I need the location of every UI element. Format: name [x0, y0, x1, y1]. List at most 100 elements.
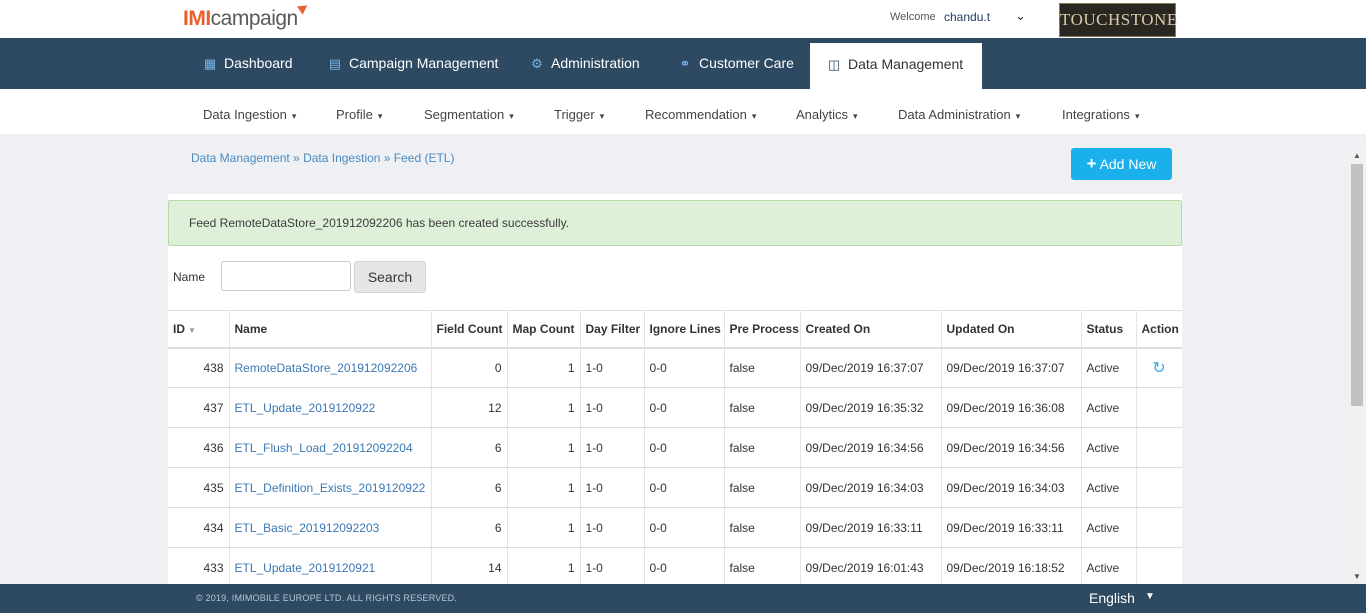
cell-status: Active — [1081, 347, 1137, 388]
nav-dashboard[interactable]: ▦ Dashboard — [202, 38, 293, 89]
col-header-updated-on[interactable]: Updated On — [941, 310, 1082, 349]
cell-day-filter: 1-0 — [580, 347, 645, 388]
scrollbar-thumb[interactable] — [1351, 164, 1363, 406]
cell-status: Active — [1081, 387, 1137, 428]
feed-name-link[interactable]: RemoteDataStore_201912092206 — [235, 361, 418, 375]
imicampaign-logo[interactable]: IMIcampaign — [183, 1, 310, 31]
scroll-up-arrow-icon[interactable]: ▲ — [1353, 151, 1361, 160]
cell-name: ETL_Flush_Load_201912092204 — [229, 427, 432, 468]
feed-name-link[interactable]: ETL_Definition_Exists_2019120922 — [235, 481, 426, 495]
subnav-analytics-label: Analytics — [796, 107, 849, 122]
subnav-data-administration[interactable]: Data Administration ▾ — [898, 107, 1020, 122]
cell-name: ETL_Definition_Exists_2019120922 — [229, 467, 432, 508]
name-filter-input[interactable] — [221, 261, 351, 291]
subnav-integrations[interactable]: Integrations ▾ — [1062, 107, 1139, 122]
subnav-data-ingestion-label: Data Ingestion — [203, 107, 287, 122]
sort-caret-icon: ▾ — [751, 111, 757, 121]
sort-caret-icon: ▾ — [509, 111, 514, 121]
page-scrollbar[interactable]: ▲ ▼ — [1349, 150, 1366, 583]
col-header-field-count[interactable]: Field Count — [431, 310, 508, 349]
table-row: 437 ETL_Update_2019120922 12 1 1-0 0-0 false 09… — [168, 387, 1182, 428]
cell-day-filter: 1-0 — [580, 427, 645, 468]
cell-ignore-lines: 0-0 — [644, 507, 725, 548]
cell-id: 435 — [168, 467, 230, 508]
add-new-button[interactable]: + Add New — [1071, 148, 1172, 180]
col-header-status[interactable]: Status — [1081, 310, 1137, 349]
username[interactable]: chandu.t — [944, 10, 990, 24]
table-row: 434 ETL_Basic_201912092203 6 1 1-0 0-0 false 09… — [168, 507, 1182, 548]
cell-ignore-lines: 0-0 — [644, 547, 725, 584]
cell-created-on: 09/Dec/2019 16:01:43 — [800, 547, 942, 584]
subnav-segmentation-label: Segmentation — [424, 107, 505, 122]
subnav-trigger[interactable]: Trigger ▾ — [554, 107, 604, 122]
cell-action: ↻ — [1136, 347, 1182, 388]
main-nav: ▦ Dashboard ▤ Campaign Management ⚙ Adminis… — [0, 38, 1366, 89]
feed-name-link[interactable]: ETL_Flush_Load_201912092204 — [235, 441, 413, 455]
feed-name-link[interactable]: ETL_Update_2019120921 — [235, 561, 376, 575]
search-button[interactable]: Search — [354, 261, 426, 293]
subnav-data-ingestion[interactable]: Data Ingestion ▾ — [203, 107, 296, 122]
breadcrumb[interactable]: Data Management » Data Ingestion » Feed … — [191, 151, 454, 165]
language-select[interactable]: English — [1089, 590, 1135, 606]
subnav-analytics[interactable]: Analytics ▾ — [796, 107, 858, 122]
table-header-row: ID ▼ Name Field Count Map Count Day Filte… — [168, 310, 1182, 349]
name-filter-label: Name — [173, 270, 206, 284]
cell-id: 436 — [168, 427, 230, 468]
nav-dashboard-label: Dashboard — [224, 55, 293, 71]
database-icon: ◫ — [827, 57, 841, 72]
subnav-recommendation[interactable]: Recommendation ▾ — [645, 107, 756, 122]
cell-ignore-lines: 0-0 — [644, 427, 725, 468]
cell-map-count: 1 — [507, 467, 581, 508]
cell-day-filter: 1-0 — [580, 387, 645, 428]
cell-status: Active — [1081, 507, 1137, 548]
sort-caret-icon: ▾ — [377, 111, 383, 121]
col-header-id[interactable]: ID ▼ — [168, 310, 230, 349]
cell-field-count: 12 — [431, 387, 508, 428]
col-header-name[interactable]: Name — [229, 310, 432, 349]
subnav-profile[interactable]: Profile ▾ — [336, 107, 382, 122]
col-header-pre-process[interactable]: Pre Process — [724, 310, 801, 349]
scroll-down-arrow-icon[interactable]: ▼ — [1353, 572, 1361, 581]
cell-created-on: 09/Dec/2019 16:35:32 — [800, 387, 942, 428]
welcome-label: Welcome — [890, 11, 936, 23]
cell-day-filter: 1-0 — [580, 467, 645, 508]
footer: © 2019, IMIMOBILE EUROPE LTD. ALL RIGHTS… — [0, 584, 1366, 613]
cell-field-count: 6 — [431, 467, 508, 508]
cell-pre-process: false — [724, 507, 801, 548]
feed-name-link[interactable]: ETL_Basic_201912092203 — [235, 521, 380, 535]
language-caret-icon[interactable]: ▼ — [1145, 591, 1155, 602]
subnav-segmentation[interactable]: Segmentation ▾ — [424, 107, 514, 122]
cell-action — [1136, 387, 1182, 428]
gears-icon: ⚙ — [531, 56, 543, 71]
cell-updated-on: 09/Dec/2019 16:36:08 — [941, 387, 1082, 428]
col-header-day-filter[interactable]: Day Filter — [580, 310, 645, 349]
nav-data-management[interactable]: ◫ Data Management — [810, 43, 983, 89]
cell-ignore-lines: 0-0 — [644, 347, 725, 388]
feed-name-link[interactable]: ETL_Update_2019120922 — [235, 401, 376, 415]
col-header-created-on[interactable]: Created On — [800, 310, 942, 349]
feed-table: ID ▼ Name Field Count Map Count Day Filte… — [168, 310, 1182, 584]
nav-administration[interactable]: ⚙ Administration — [529, 38, 640, 89]
col-header-id-label: ID — [173, 321, 185, 336]
cell-map-count: 1 — [507, 547, 581, 584]
cell-updated-on: 09/Dec/2019 16:34:03 — [941, 467, 1082, 508]
sort-caret-icon: ▾ — [291, 111, 297, 121]
cell-pre-process: false — [724, 547, 801, 584]
nav-campaign-management[interactable]: ▤ Campaign Management — [327, 38, 499, 89]
table-row: 435 ETL_Definition_Exists_2019120922 6 1 1-0… — [168, 467, 1182, 508]
cell-action — [1136, 547, 1182, 584]
user-menu-chevron-down-icon[interactable]: ⌄ — [1015, 8, 1026, 24]
subnav-integrations-label: Integrations — [1062, 107, 1130, 122]
add-new-label: Add New — [1099, 156, 1157, 172]
refresh-icon[interactable]: ↻ — [1152, 358, 1165, 378]
cell-created-on: 09/Dec/2019 16:37:07 — [800, 347, 942, 388]
nav-customer-care[interactable]: ⚭ Customer Care — [677, 38, 794, 89]
sub-nav: Data Ingestion ▾ Profile ▾ Segmentation ▾ T… — [0, 89, 1366, 134]
sort-caret-icon: ▾ — [1015, 111, 1021, 121]
cell-status: Active — [1081, 427, 1137, 468]
col-header-ignore-lines[interactable]: Ignore Lines — [644, 310, 725, 349]
cell-updated-on: 09/Dec/2019 16:33:11 — [941, 507, 1082, 548]
cell-id: 434 — [168, 507, 230, 548]
cell-pre-process: false — [724, 427, 801, 468]
col-header-map-count[interactable]: Map Count — [507, 310, 581, 349]
